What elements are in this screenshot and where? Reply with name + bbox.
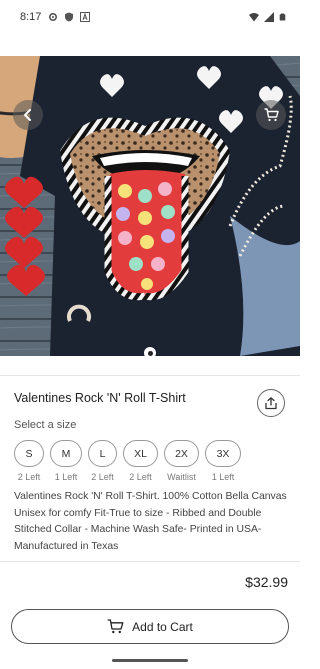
arrow-left-icon: [24, 109, 31, 121]
add-to-cart-label: Add to Cart: [132, 619, 193, 634]
home-indicator[interactable]: [112, 659, 188, 662]
size-chip[interactable]: XL: [123, 440, 158, 467]
shopping-cart-icon: [107, 619, 124, 634]
divider: [0, 375, 300, 376]
battery-icon: [279, 13, 286, 21]
status-right-icons: [249, 12, 286, 22]
size-option-2x[interactable]: 2X Waitlist: [164, 440, 199, 482]
share-button[interactable]: [257, 389, 285, 417]
image-pager-dot[interactable]: [144, 347, 156, 359]
size-option-m[interactable]: M 1 Left: [50, 440, 82, 482]
size-availability: 1 Left: [211, 472, 235, 482]
size-chip[interactable]: 2X: [164, 440, 199, 467]
add-to-cart-button[interactable]: Add to Cart: [11, 609, 289, 644]
settings-gear-icon: [48, 12, 58, 22]
size-availability: Waitlist: [167, 472, 196, 482]
size-option-3x[interactable]: 3X 1 Left: [205, 440, 241, 482]
size-option-s[interactable]: S 2 Left: [14, 440, 44, 482]
size-chip[interactable]: S: [14, 440, 44, 467]
product-image[interactable]: [0, 56, 300, 356]
size-chip[interactable]: 3X: [205, 440, 241, 467]
size-availability: 1 Left: [54, 472, 78, 482]
product-photo: [0, 56, 300, 356]
cart-button[interactable]: [256, 100, 286, 130]
status-time: 8:17: [20, 11, 42, 23]
back-button[interactable]: [13, 100, 43, 130]
wifi-icon: [249, 13, 259, 22]
size-availability: 2 Left: [91, 472, 114, 482]
cellular-signal-icon: [264, 12, 274, 22]
shield-icon: [65, 12, 73, 22]
size-availability: 2 Left: [129, 472, 152, 482]
size-option-xl[interactable]: XL 2 Left: [123, 440, 158, 482]
font-a-icon: [80, 12, 90, 22]
size-section-label: Select a size: [14, 419, 77, 431]
size-chip[interactable]: L: [88, 440, 117, 467]
status-bar: 8:17: [0, 0, 300, 36]
share-icon: [265, 396, 277, 409]
size-selector: S 2 Left M 1 Left L 2 Left XL 2 Left 2X …: [14, 440, 241, 482]
size-option-l[interactable]: L 2 Left: [88, 440, 117, 482]
product-price: $32.99: [245, 574, 288, 590]
status-left-icons: [48, 12, 90, 22]
product-title: Valentines Rock 'N' Roll T-Shirt: [14, 391, 186, 405]
divider: [0, 561, 300, 562]
product-description: Valentines Rock 'N' Roll T-Shirt. 100% C…: [14, 491, 287, 552]
shopping-cart-icon: [264, 108, 279, 122]
size-chip[interactable]: M: [50, 440, 82, 467]
size-availability: 2 Left: [17, 472, 41, 482]
